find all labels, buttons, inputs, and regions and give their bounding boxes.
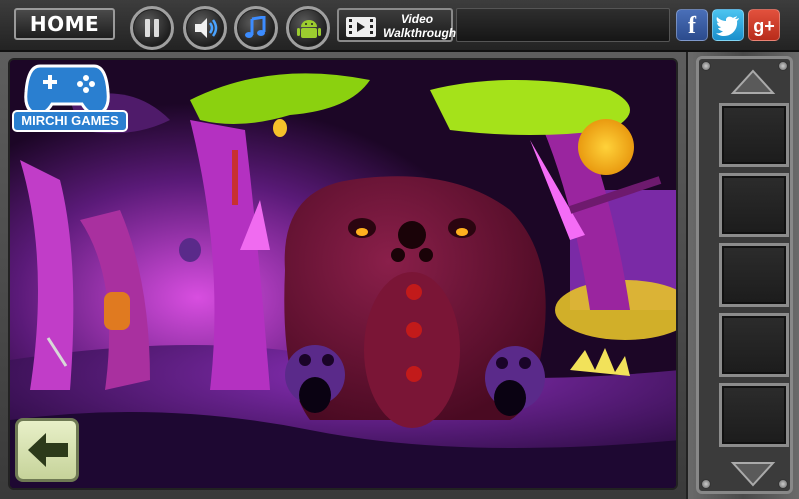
android-button[interactable]: [286, 6, 330, 50]
video-walkthrough-button[interactable]: Video Walkthrough: [337, 8, 457, 42]
back-button[interactable]: [15, 418, 79, 482]
pause-button[interactable]: [130, 6, 174, 50]
status-box: [456, 8, 670, 42]
video-label: Video Walkthrough: [383, 12, 457, 40]
sound-button[interactable]: [183, 6, 227, 50]
inventory-slot-5[interactable]: [719, 383, 789, 447]
down-arrow-icon: [730, 462, 776, 487]
film-icon: [346, 17, 376, 37]
inventory-slot-2[interactable]: [719, 173, 789, 237]
inventory-panel: [686, 52, 799, 499]
back-arrow-icon: [28, 433, 68, 467]
music-note-icon: [245, 16, 266, 38]
googleplus-button[interactable]: g+: [748, 9, 780, 41]
inventory-down-button[interactable]: [723, 459, 783, 489]
inventory-slot-3[interactable]: [719, 243, 789, 307]
home-button[interactable]: HOME: [14, 8, 115, 40]
inventory-up-button[interactable]: [723, 67, 783, 97]
top-toolbar: HOME Video Walkthrough f g+: [0, 0, 799, 52]
bolt-icon: [701, 479, 711, 489]
android-icon: [297, 20, 321, 38]
facebook-button[interactable]: f: [676, 9, 708, 41]
mirchi-games-logo[interactable]: MIRCHI GAMES: [8, 62, 128, 140]
music-button[interactable]: [234, 6, 278, 50]
inventory-frame: [696, 56, 793, 494]
bolt-icon: [701, 61, 711, 71]
speaker-icon: [195, 18, 218, 38]
inventory-slot-4[interactable]: [719, 313, 789, 377]
twitter-bird-icon: [716, 16, 739, 36]
pause-icon: [145, 19, 159, 37]
logo-text: MIRCHI GAMES: [12, 110, 128, 132]
twitter-button[interactable]: [712, 9, 744, 41]
inventory-slot-1[interactable]: [719, 103, 789, 167]
up-arrow-icon: [730, 69, 776, 94]
